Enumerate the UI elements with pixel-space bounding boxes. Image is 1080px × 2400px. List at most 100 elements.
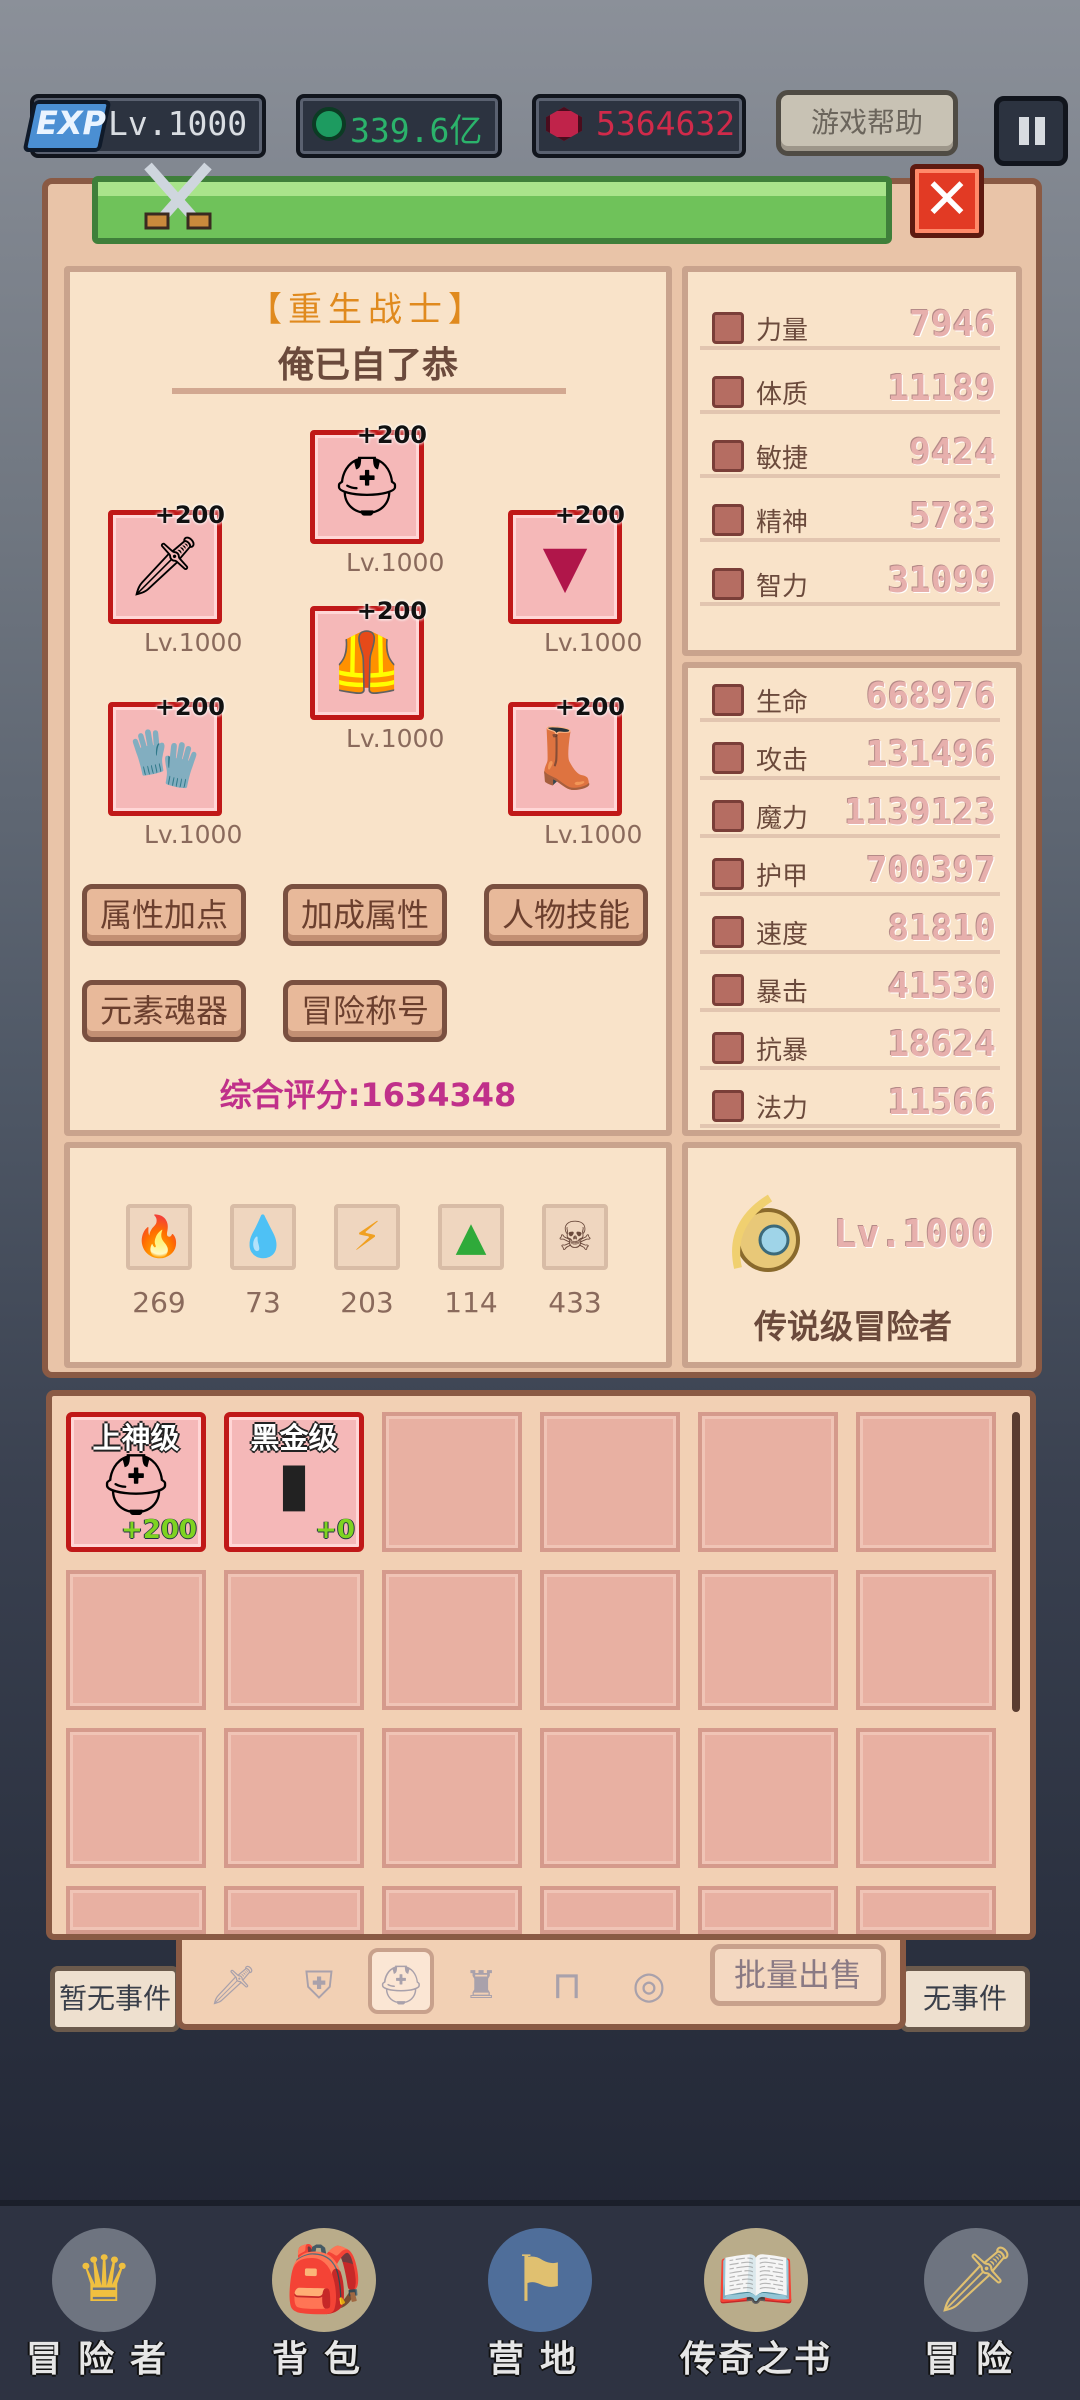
game-help-button[interactable]: 游戏帮助 [776,90,958,156]
inventory-empty-slot[interactable] [856,1570,996,1710]
fire-icon: 🔥 [126,1204,192,1270]
inventory-empty-slot[interactable] [540,1728,680,1868]
inventory-empty-slot[interactable] [698,1886,838,1934]
boot-icon [712,440,744,472]
water-value: 73 [245,1286,281,1319]
character-name: 俺已自了恭 [277,345,458,386]
inventory-empty-slot[interactable] [382,1728,522,1868]
camp-icon: ⚑ [488,2228,592,2332]
equip-level: Lv.1000 [346,548,445,577]
event-label-left: 暂无事件 [50,1966,180,2032]
tab-helmet[interactable]: ⛑ [368,1948,434,2014]
heart-icon [712,376,744,408]
armor-icon: 🦺 [330,628,404,696]
close-button[interactable]: ✕ [910,164,984,238]
inventory-item[interactable]: ⛑ 上神级 +200 [66,1412,206,1552]
stat-constitution: 体质 11189 [700,368,1000,414]
inventory-empty-slot[interactable] [856,1728,996,1868]
inventory-empty-slot[interactable] [66,1570,206,1710]
star-icon [712,1090,744,1122]
crit-resist-icon [712,1032,744,1064]
equip-slot-gloves[interactable]: 🧤 +200 [108,693,225,816]
fire-value: 269 [132,1286,186,1319]
stat-magic: 魔力 1139123 [700,792,1000,838]
tab-pants[interactable]: ⊓ [534,1952,600,2018]
rank-level: Lv.1000 [834,1212,995,1256]
star-icon [712,504,744,536]
helmet-icon: ⛑ [97,1450,175,1520]
enhance-level: +200 [554,693,625,721]
item-level: +200 [120,1515,197,1545]
inventory-empty-slot[interactable] [382,1412,522,1552]
tab-armor[interactable]: ♜ [448,1952,514,2018]
book-icon: 📖 [704,2228,808,2332]
pause-button[interactable] [994,96,1068,166]
bonus-attributes-button[interactable]: 加成属性 [283,884,447,946]
nav-legend-book[interactable]: 📖 传奇之书 [666,2210,846,2400]
boot-icon [712,916,744,948]
inventory-empty-slot[interactable] [698,1412,838,1552]
equip-level: Lv.1000 [144,820,243,849]
equip-level: Lv.1000 [544,628,643,657]
nav-backpack[interactable]: 🎒 背包 [234,2210,414,2400]
character-class: 【重生战士】 [248,290,488,330]
shield-icon [712,858,744,890]
brain-icon [712,568,744,600]
inventory-scrollbar[interactable] [1012,1412,1020,1712]
inventory-empty-slot[interactable] [66,1886,206,1934]
stat-hp: 生命 668976 [700,676,1000,722]
inventory-empty-slot[interactable] [698,1570,838,1710]
element-soul-button[interactable]: 元素魂器 [82,980,246,1042]
equip-slot-helmet[interactable]: ⛑ +200 [310,421,427,544]
lightning-value: 203 [340,1286,394,1319]
enhance-level: +200 [356,421,427,449]
skull-value: 433 [548,1286,602,1319]
nav-camp[interactable]: ⚑ 营地 [450,2210,630,2400]
backpack-icon: 🎒 [272,2228,376,2332]
inventory-empty-slot[interactable] [540,1412,680,1552]
stat-crit: 暴击 41530 [700,966,1000,1012]
leaf-value: 114 [444,1286,498,1319]
inventory-empty-slot[interactable] [224,1570,364,1710]
inventory-empty-slot[interactable] [382,1886,522,1934]
rank-title: 传说级冒险者 [754,1307,952,1346]
inventory-empty-slot[interactable] [224,1886,364,1934]
adventure-title-button[interactable]: 冒险称号 [283,980,447,1042]
stat-agility: 敏捷 9424 [700,432,1000,478]
nav-adventurer[interactable]: ♛ 冒险者 [14,2210,194,2400]
lightning-icon: ⚡ [334,1204,400,1270]
character-skills-button[interactable]: 人物技能 [484,884,648,946]
inventory-empty-slot[interactable] [224,1728,364,1868]
crossed-swords-icon [144,162,212,230]
inventory-empty-slot[interactable] [856,1886,996,1934]
inventory-empty-slot[interactable] [66,1728,206,1868]
inventory-item[interactable]: ▮ 黑金级 +0 [224,1412,364,1552]
equip-slot-armor[interactable]: 🦺 +200 [310,597,427,720]
inventory-empty-slot[interactable] [856,1412,996,1552]
gloves-icon: 🧤 [128,724,202,792]
stat-speed: 速度 81810 [700,908,1000,954]
item-tier: 上神级 [92,1421,180,1455]
nav-adventure[interactable]: 🗡 冒险 [886,2210,1066,2400]
leaf-icon: ▲ [438,1204,504,1270]
strength-icon [712,312,744,344]
stat-armor: 护甲 700397 [700,850,1000,896]
equip-slot-weapon[interactable]: 🗡 +200 [108,501,225,624]
skull-icon: ☠ [542,1204,608,1270]
inventory-empty-slot[interactable] [382,1570,522,1710]
equip-level: Lv.1000 [144,628,243,657]
equip-slot-amulet[interactable]: ▼ +200 [508,501,625,624]
batch-sell-button[interactable]: 批量出售 [710,1944,886,2006]
exp-label: EXP [36,104,106,142]
helmet-icon: ⛑ [330,452,404,520]
inventory-empty-slot[interactable] [698,1728,838,1868]
crit-icon [712,974,744,1006]
inventory-empty-slot[interactable] [540,1886,680,1934]
tab-weapon[interactable]: 🗡 [200,1952,266,2018]
tab-ring[interactable]: ◎ [616,1952,682,2018]
tab-shield[interactable]: ⛨ [286,1952,352,2018]
attribute-points-button[interactable]: 属性加点 [82,884,246,946]
stat-spirit: 精神 5783 [700,496,1000,542]
inventory-empty-slot[interactable] [540,1570,680,1710]
equip-slot-boots[interactable]: 👢 +200 [508,693,625,816]
